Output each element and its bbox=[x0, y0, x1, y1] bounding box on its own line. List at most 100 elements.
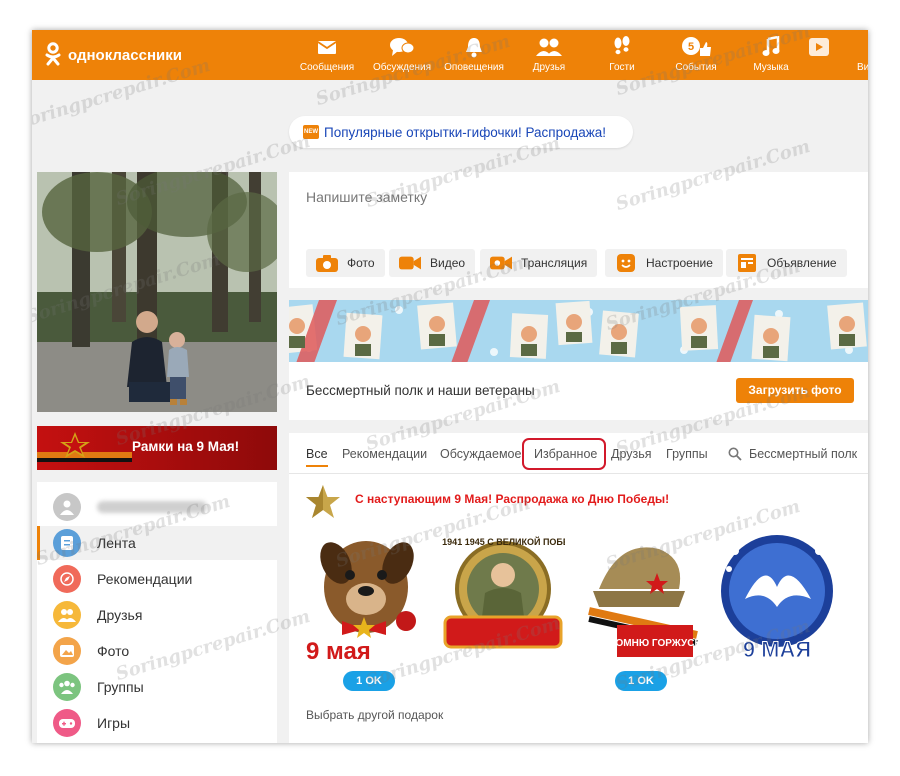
order-star-icon bbox=[37, 432, 132, 462]
sidebar-item-recommendations[interactable]: Рекомендации bbox=[37, 562, 277, 596]
nav-video[interactable]: Ви bbox=[802, 34, 868, 73]
broadcast-icon bbox=[490, 254, 512, 272]
announcement-icon bbox=[736, 254, 758, 272]
compass-icon bbox=[53, 565, 81, 593]
gift-cap-caption: ПОМНЮ ГОРЖУСЬ bbox=[608, 638, 701, 649]
tab-favorites[interactable]: Избранное bbox=[534, 447, 597, 461]
sidebar-item-label: Фото bbox=[97, 643, 130, 659]
sidebar-item-label: Рекомендации bbox=[97, 571, 193, 587]
broadcast-button-label: Трансляция bbox=[521, 256, 588, 270]
gift-card-dog[interactable]: 9 мая bbox=[302, 529, 426, 665]
friends-icon bbox=[53, 601, 81, 629]
sidebar-item-games[interactable]: Игры bbox=[37, 706, 277, 740]
app-window: одноклассники Сообщения Обсуждения Опове… bbox=[32, 30, 868, 743]
ok-logo-icon bbox=[44, 42, 62, 68]
gamepad-icon bbox=[53, 709, 81, 737]
greeting-text: С наступающим 9 Мая! Распродажа ко Дню П… bbox=[355, 492, 670, 506]
profile-name bbox=[97, 499, 207, 513]
promo-text: Популярные открытки-гифочки! Распродажа! bbox=[324, 124, 607, 140]
avatar-icon bbox=[53, 493, 81, 521]
top-bar: одноклассники Сообщения Обсуждения Опове… bbox=[32, 30, 868, 80]
groups-icon bbox=[53, 673, 81, 701]
footprints-icon bbox=[586, 34, 658, 60]
nav-friends-label: Друзья bbox=[532, 62, 566, 73]
sidebar-item-label: Группы bbox=[97, 679, 144, 695]
note-input[interactable]: Напишите заметку bbox=[306, 189, 427, 205]
nav-notifications[interactable]: Оповещения bbox=[438, 34, 510, 73]
app-name: одноклассники bbox=[68, 46, 182, 64]
video-button[interactable]: Видео bbox=[389, 249, 476, 277]
nav-music[interactable]: Музыка bbox=[735, 34, 807, 73]
bell-icon bbox=[438, 34, 510, 60]
sidebar-item-friends[interactable]: Друзья bbox=[37, 598, 277, 632]
upload-photo-button[interactable]: Загрузить фото bbox=[736, 378, 854, 403]
gift-card-dove[interactable]: 9 МАЯ bbox=[715, 529, 839, 663]
profile-link[interactable] bbox=[37, 490, 277, 524]
choose-other-gift-link[interactable]: Выбрать другой подарок bbox=[306, 708, 443, 722]
gift-dog-caption: 9 мая bbox=[306, 638, 371, 663]
nav-video-label: Ви bbox=[857, 62, 868, 73]
mood-button[interactable]: Настроение bbox=[605, 249, 723, 277]
nav-discussions-label: Обсуждения bbox=[372, 62, 432, 73]
sidebar-item-label: Лента bbox=[97, 535, 136, 551]
veterans-text: Бессмертный полк и наши ветераны bbox=[306, 383, 535, 398]
photo-button-label: Фото bbox=[347, 256, 375, 270]
gift-soldier-caption: 9МАЯ 1941 1945 С ВЕЛИКОЙ ПОБЕДОЙ! bbox=[441, 536, 565, 547]
search-icon[interactable] bbox=[728, 447, 742, 466]
new-badge-icon: NEW bbox=[303, 125, 319, 139]
tab-groups[interactable]: Группы bbox=[666, 447, 708, 461]
send-gift-dog-button[interactable]: 1 OK bbox=[343, 671, 395, 691]
events-badge: 5 bbox=[688, 41, 694, 53]
sidebar-item-groups[interactable]: Группы bbox=[37, 670, 277, 704]
music-note-icon bbox=[735, 34, 807, 60]
video-button-label: Видео bbox=[430, 256, 466, 270]
tab-friends[interactable]: Друзья bbox=[611, 447, 652, 461]
announcement-button-label: Объявление bbox=[767, 256, 837, 270]
camera-icon bbox=[316, 254, 338, 272]
promo-link[interactable]: NEW Популярные открытки-гифочки! Распрод… bbox=[289, 116, 633, 148]
video-icon bbox=[802, 34, 868, 60]
nav-events[interactable]: 5 События bbox=[660, 34, 732, 73]
video-camera-icon bbox=[399, 254, 421, 272]
announcement-button[interactable]: Объявление bbox=[726, 249, 847, 277]
post-composer: Напишите заметку Фото Видео Трансляция Н… bbox=[289, 172, 868, 288]
nav-guests[interactable]: Гости bbox=[586, 34, 658, 73]
photo-button[interactable]: Фото bbox=[306, 249, 385, 277]
immortal-regiment-card: Бессмертный полк и наши ветераны Загрузи… bbox=[289, 300, 868, 420]
tab-immortal-regiment[interactable]: Бессмертный полк bbox=[749, 447, 857, 461]
veterans-portraits-strip bbox=[289, 300, 868, 362]
feed-icon bbox=[53, 529, 81, 557]
nav-messages-label: Сообщения bbox=[299, 62, 355, 73]
nav-notifications-label: Оповещения bbox=[444, 62, 504, 73]
sidebar-item-photo[interactable]: Фото bbox=[37, 634, 277, 668]
sidebar-item-label: Игры bbox=[97, 715, 131, 731]
nav-events-label: События bbox=[675, 62, 717, 73]
banner-text: Рамки на 9 Мая! bbox=[132, 439, 240, 454]
tab-all[interactable]: Все bbox=[306, 447, 328, 467]
photo-icon bbox=[53, 637, 81, 665]
logo[interactable]: одноклассники bbox=[44, 42, 182, 68]
nav-music-label: Музыка bbox=[753, 62, 789, 73]
feed-panel: Все Рекомендации Обсуждаемое Избранное Д… bbox=[289, 433, 868, 743]
gift-card-soldier[interactable]: 9МАЯ 1941 1945 С ВЕЛИКОЙ ПОБЕДОЙ! bbox=[414, 529, 592, 663]
nav-friends[interactable]: Друзья bbox=[513, 34, 585, 73]
tab-recommendations[interactable]: Рекомендации bbox=[342, 447, 427, 461]
sidebar-item-feed[interactable]: Лента bbox=[37, 526, 277, 560]
feed-tabs: Все Рекомендации Обсуждаемое Избранное Д… bbox=[289, 433, 868, 474]
nav-discussions[interactable]: Обсуждения bbox=[366, 34, 438, 73]
nav-messages[interactable]: Сообщения bbox=[291, 34, 363, 73]
gold-star-icon bbox=[305, 484, 341, 520]
profile-photo[interactable] bbox=[37, 172, 277, 412]
broadcast-button[interactable]: Трансляция bbox=[480, 249, 598, 277]
tab-discussed[interactable]: Обсуждаемое bbox=[440, 447, 521, 461]
frames-banner[interactable]: Рамки на 9 Мая! bbox=[37, 426, 277, 470]
chat-bubbles-icon bbox=[366, 34, 438, 60]
mood-button-label: Настроение bbox=[646, 256, 713, 270]
nav-guests-label: Гости bbox=[609, 62, 635, 73]
events-icon: 5 bbox=[660, 34, 732, 60]
envelope-icon bbox=[291, 34, 363, 60]
friends-icon bbox=[513, 34, 585, 60]
send-gift-cap-button[interactable]: 1 OK bbox=[615, 671, 667, 691]
left-nav: Лента Рекомендации Друзья Фото Группы Иг… bbox=[37, 482, 277, 743]
gift-card-cap[interactable]: ПОМНЮ ГОРЖУСЬ bbox=[579, 529, 703, 663]
